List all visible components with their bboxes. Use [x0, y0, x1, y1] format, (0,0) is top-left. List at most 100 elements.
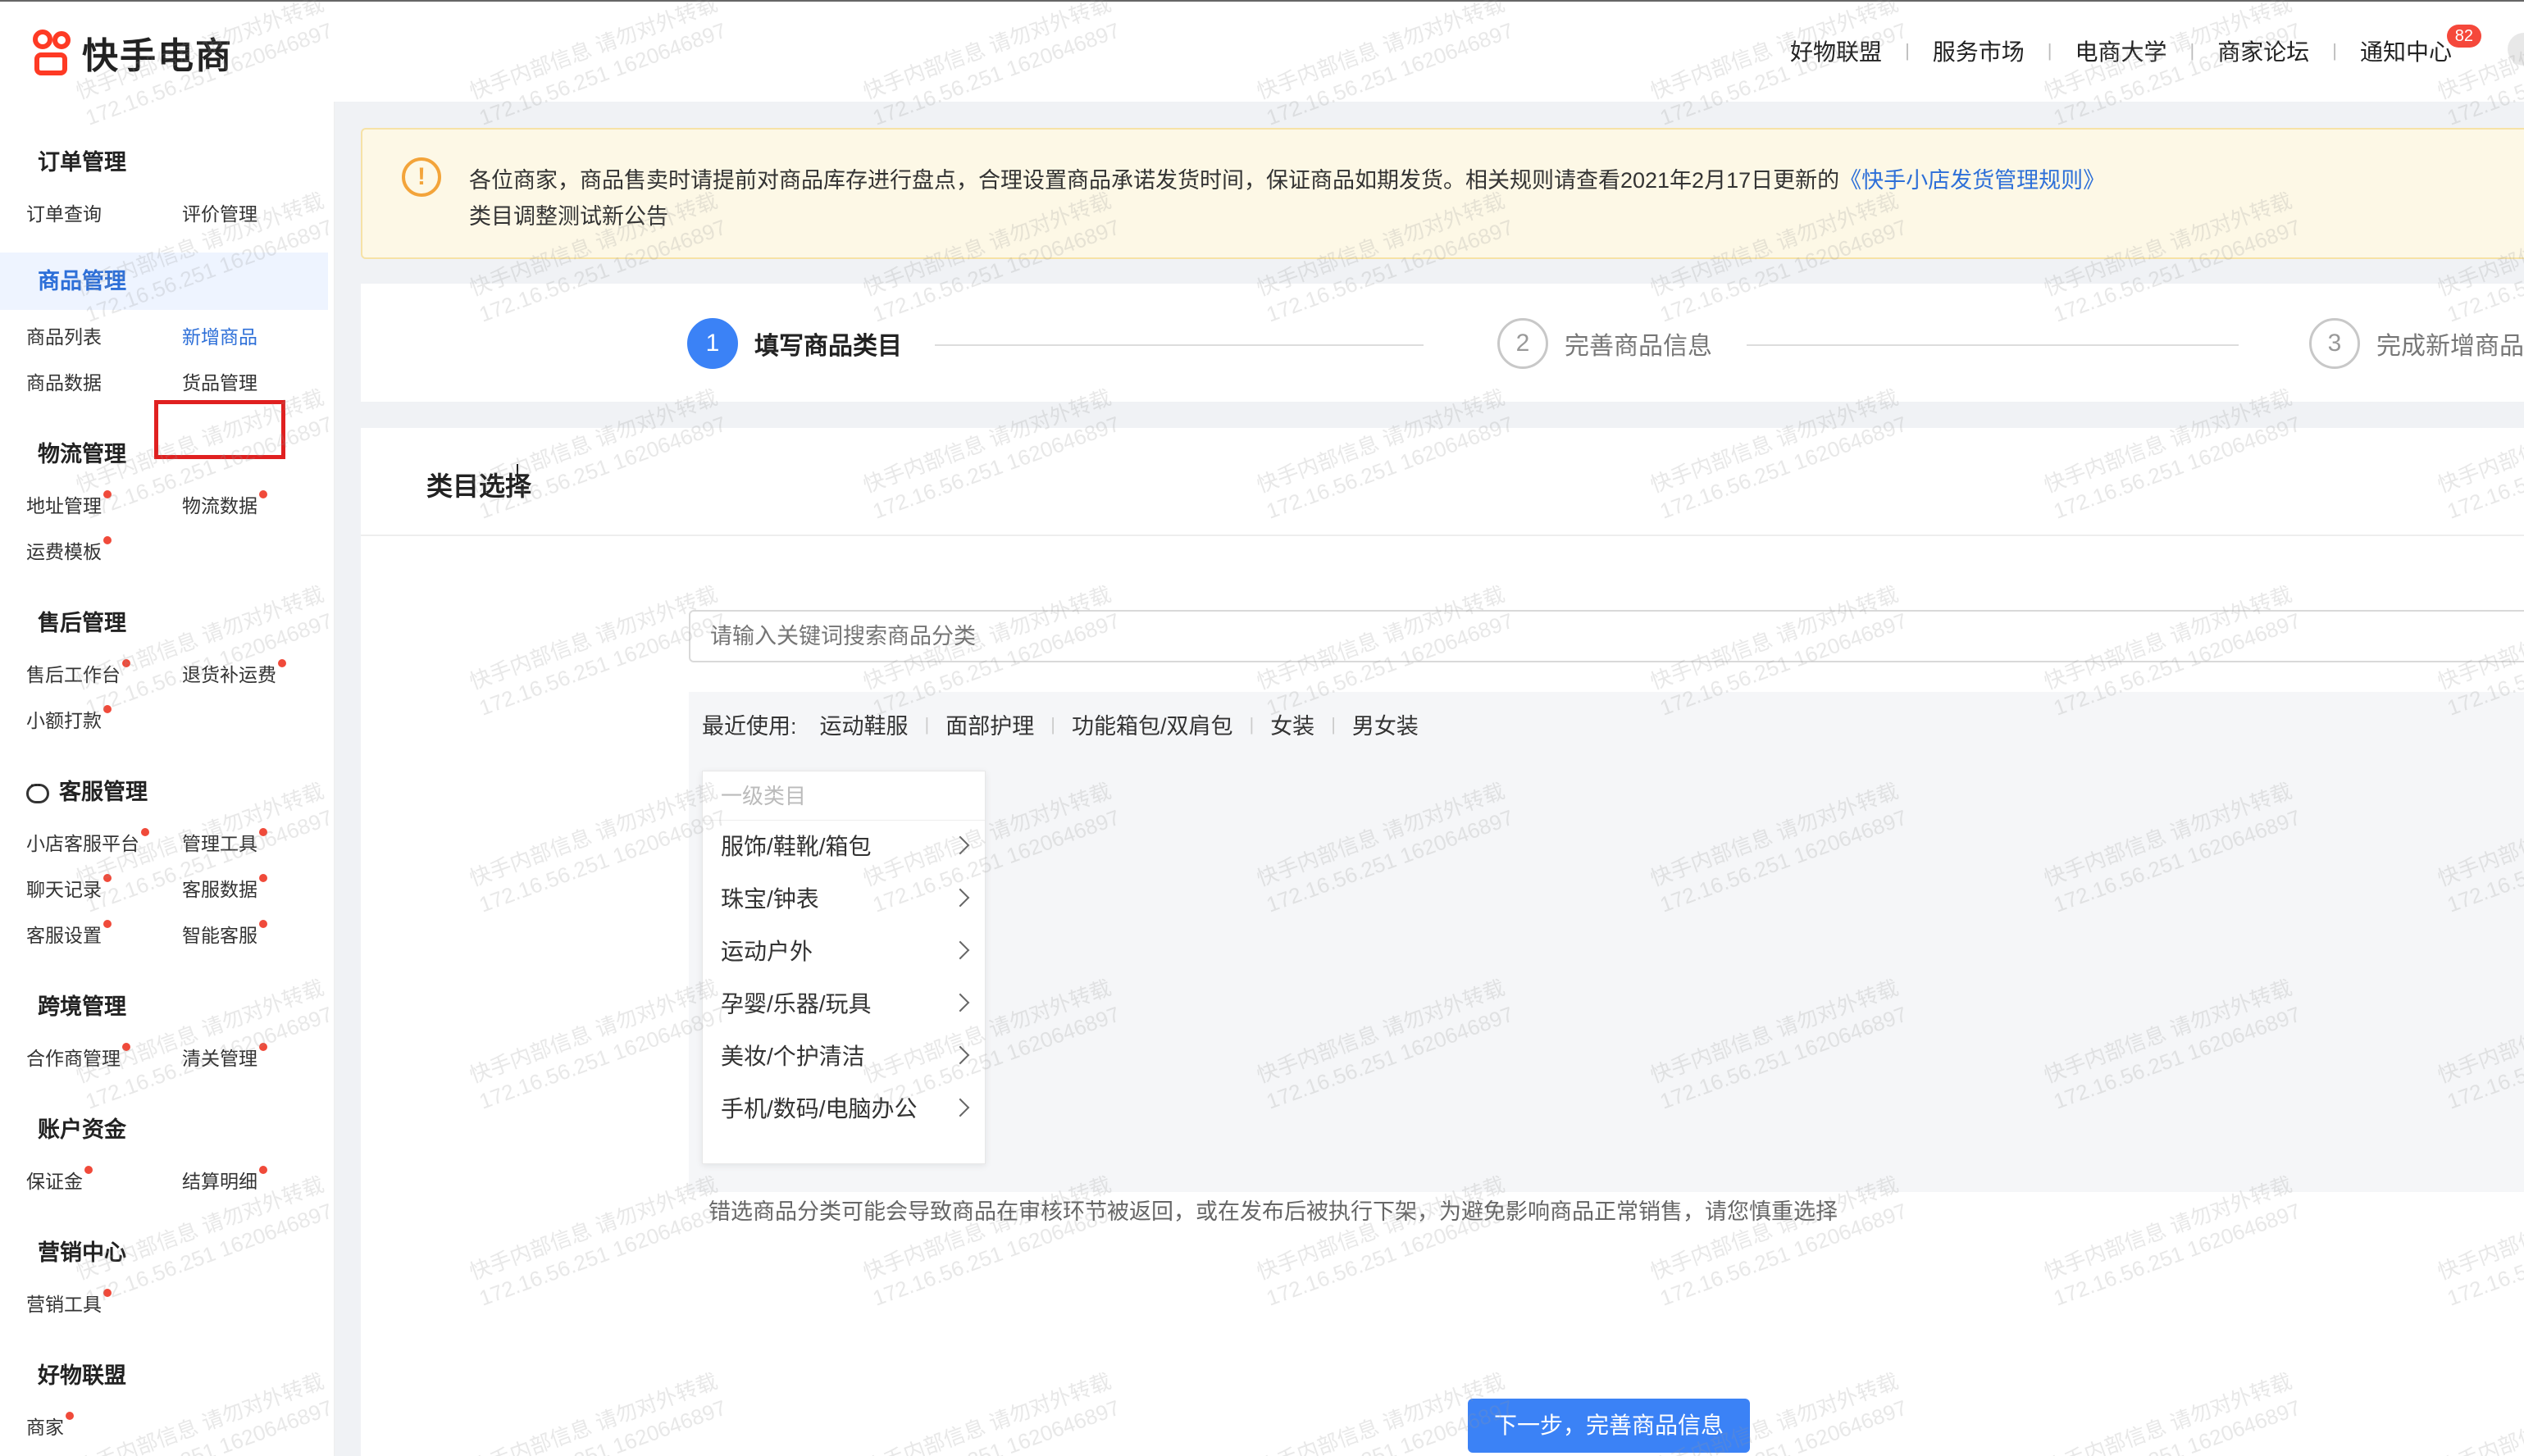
category-item[interactable]: 美妆/个护清洁 — [703, 1031, 985, 1083]
topnav-merchant-forum[interactable]: 商家论坛 — [2194, 34, 2332, 67]
recent-tag[interactable]: 运动鞋服 — [804, 708, 925, 740]
top-bar: 快手电商 好物联盟 | 服务市场 | 电商大学 | 商家论坛 | 通知中心 82 — [0, 0, 2524, 102]
red-dot — [259, 874, 267, 882]
sidebar-group-order[interactable]: 订单管理 — [38, 144, 126, 176]
sidebar-item-label: 退货补运费 — [182, 664, 276, 685]
step-connector — [1747, 344, 2239, 346]
logo-text: 快手电商 — [82, 36, 233, 76]
sidebar-item-product-data[interactable]: 商品数据 — [26, 367, 102, 395]
category-selection-card: 类目选择 最近使用: 运动鞋服 | 面部护理 | 功能箱包/双肩包 | 女装 |… — [361, 428, 2524, 1456]
step-number: 2 — [1497, 318, 1548, 369]
category-item[interactable]: 珠宝/钟表 — [703, 873, 985, 926]
topnav-service-market[interactable]: 服务市场 — [1910, 34, 2048, 67]
chevron-right-icon — [950, 835, 970, 855]
red-dot — [259, 1043, 267, 1051]
sidebar-group-label: 客服管理 — [59, 780, 148, 804]
sidebar-item-aftersale-workbench[interactable]: 售后工作台 — [26, 659, 130, 687]
category-item[interactable]: 服饰/鞋靴/箱包 — [703, 821, 985, 873]
sidebar-item-add-product[interactable]: 新增商品 — [182, 321, 257, 349]
red-dot — [103, 1289, 112, 1297]
red-dot — [66, 1412, 74, 1420]
sidebar-group-account-funds[interactable]: 账户资金 — [38, 1112, 126, 1144]
sidebar-item-product-list[interactable]: 商品列表 — [26, 321, 102, 349]
sidebar-item-return-freight[interactable]: 退货补运费 — [182, 659, 286, 687]
sidebar-item-cs-data[interactable]: 客服数据 — [182, 874, 267, 902]
sidebar-item-smart-cs[interactable]: 智能客服 — [182, 920, 267, 948]
step-connector — [935, 344, 1424, 346]
sidebar-item-label: 合作商管理 — [26, 1048, 121, 1069]
sidebar-item-review-management[interactable]: 评价管理 — [182, 198, 257, 226]
kuaishou-logo-icon — [31, 28, 75, 77]
sidebar-group-product[interactable]: 商品管理 — [0, 253, 328, 310]
sidebar-group-haowu[interactable]: 好物联盟 — [38, 1358, 126, 1390]
sidebar-item-management-tools[interactable]: 管理工具 — [182, 828, 267, 856]
sidebar-group-aftersale[interactable]: 售后管理 — [38, 605, 126, 637]
category-item[interactable]: 孕婴/乐器/玩具 — [703, 978, 985, 1031]
recent-tag[interactable]: 男女装 — [1336, 708, 1435, 740]
sidebar-item-label: 清关管理 — [182, 1048, 257, 1069]
red-dot — [103, 920, 112, 928]
sidebar-item-small-payment[interactable]: 小额打款 — [26, 705, 112, 733]
sidebar-item-label: 聊天记录 — [26, 879, 102, 900]
sidebar-group-crossborder[interactable]: 跨境管理 — [38, 989, 126, 1021]
rules-link[interactable]: 《快手小店发货管理规则》 — [1839, 168, 2105, 193]
topnav-notification-center[interactable]: 通知中心 82 — [2337, 25, 2481, 67]
sidebar-item-merchant[interactable]: 商家 — [26, 1412, 74, 1440]
chevron-right-icon — [950, 1045, 970, 1065]
sidebar-item-partner-management[interactable]: 合作商管理 — [26, 1043, 130, 1071]
sidebar-item-customs-management[interactable]: 清关管理 — [182, 1043, 267, 1071]
red-dot — [141, 828, 149, 836]
sidebar-item-label: 商家 — [26, 1417, 64, 1438]
category-label: 服饰/鞋靴/箱包 — [721, 834, 872, 859]
recent-tag[interactable]: 面部护理 — [929, 708, 1050, 740]
sidebar-item-order-query[interactable]: 订单查询 — [26, 198, 102, 226]
sidebar-item-freight-template[interactable]: 运费模板 — [26, 536, 112, 564]
step-number: 3 — [2309, 318, 2360, 369]
notice-message: 各位商家，商品售卖时请提前对商品库存进行盘点，合理设置商品承诺发货时间，保证商品… — [469, 168, 1840, 193]
sidebar-item-label: 保证金 — [26, 1171, 83, 1192]
section-title: 类目选择 — [426, 471, 532, 501]
recent-label: 最近使用: — [702, 714, 797, 739]
category-label: 运动户外 — [721, 939, 813, 964]
chevron-right-icon — [950, 888, 970, 908]
notification-center-label: 通知中心 — [2359, 39, 2452, 65]
sidebar-item-label: 客服数据 — [182, 879, 257, 900]
notice-text: 各位商家，商品售卖时请提前对商品库存进行盘点，合理设置商品承诺发货时间，保证商品… — [469, 162, 2105, 194]
red-dot — [103, 490, 112, 498]
category-label: 珠宝/钟表 — [721, 886, 819, 912]
sidebar-item-deposit[interactable]: 保证金 — [26, 1166, 93, 1194]
sidebar-item-logistics-data[interactable]: 物流数据 — [182, 490, 267, 518]
red-dot — [259, 490, 267, 498]
chevron-right-icon — [950, 940, 970, 960]
sidebar-item-cs-platform[interactable]: 小店客服平台 — [26, 828, 149, 856]
sidebar-group-logistics[interactable]: 物流管理 — [38, 436, 126, 468]
sidebar-item-settlement-details[interactable]: 结算明细 — [182, 1166, 267, 1194]
sidebar-group-customer-service[interactable]: 客服管理 — [26, 774, 148, 806]
category-search-input[interactable] — [689, 610, 2524, 662]
sidebar-item-label: 智能客服 — [182, 925, 257, 946]
topnav-haowu-lianmeng[interactable]: 好物联盟 — [1767, 34, 1905, 67]
logo[interactable]: 快手电商 — [31, 26, 233, 79]
highlight-box — [154, 400, 285, 459]
topnav-ecommerce-university[interactable]: 电商大学 — [2052, 34, 2190, 67]
sidebar-item-label: 营销工具 — [26, 1294, 102, 1315]
text-cursor — [517, 464, 518, 485]
next-step-button[interactable]: 下一步，完善商品信息 — [1468, 1399, 1750, 1453]
sidebar-item-address[interactable]: 地址管理 — [26, 490, 112, 518]
red-dot — [122, 659, 130, 667]
sidebar-item-goods-management[interactable]: 货品管理 — [182, 367, 257, 395]
category-panel: 最近使用: 运动鞋服 | 面部护理 | 功能箱包/双肩包 | 女装 | 男女装 … — [689, 692, 2524, 1192]
sidebar-group-marketing[interactable]: 营销中心 — [38, 1235, 126, 1267]
avatar[interactable] — [2508, 33, 2524, 66]
sidebar-item-cs-settings[interactable]: 客服设置 — [26, 920, 112, 948]
step-number: 1 — [687, 318, 738, 369]
recent-tag[interactable]: 女装 — [1254, 708, 1331, 740]
steps-bar: 1 填写商品类目 2 完善商品信息 3 完成新增商品 — [361, 284, 2524, 402]
sidebar-item-chat-records[interactable]: 聊天记录 — [26, 874, 112, 902]
recent-tag[interactable]: 功能箱包/双肩包 — [1055, 708, 1250, 740]
category-item[interactable]: 运动户外 — [703, 926, 985, 978]
category-item[interactable]: 手机/数码/电脑办公 — [703, 1083, 985, 1135]
notice-secondary[interactable]: 类目调整测试新公告 — [469, 198, 668, 230]
sidebar-item-marketing-tools[interactable]: 营销工具 — [26, 1289, 112, 1317]
level1-category-list: 一级类目 服饰/鞋靴/箱包 珠宝/钟表 运动户外 孕婴/乐器/玩具 美妆/个护清… — [702, 771, 986, 1164]
